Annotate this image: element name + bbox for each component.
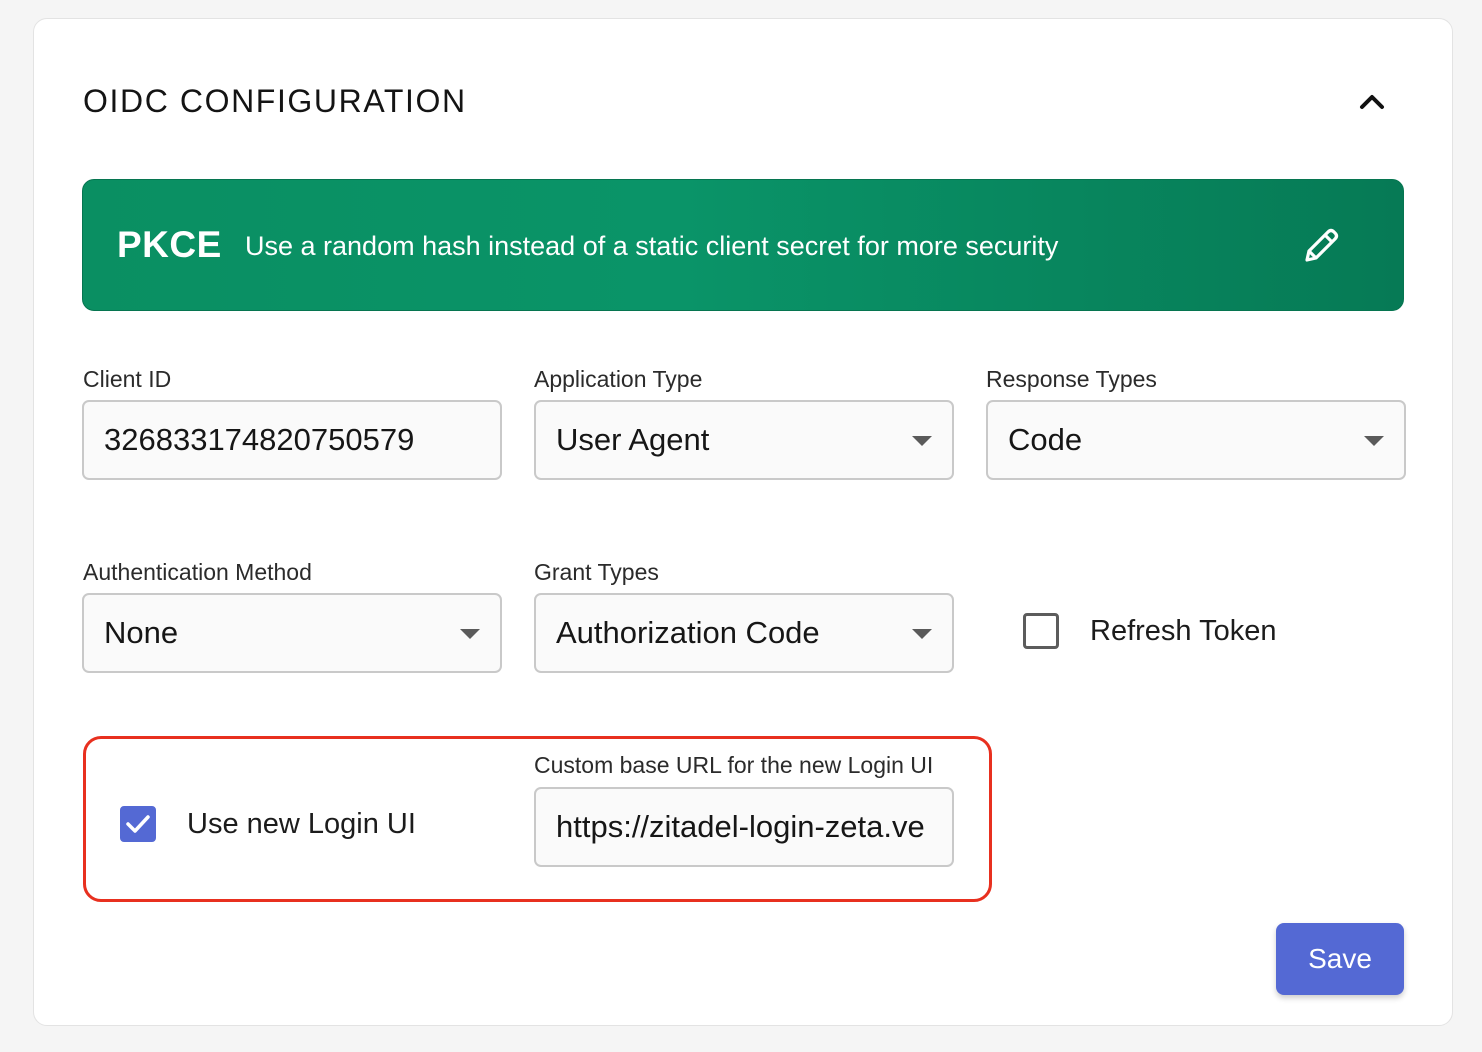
- use-new-login-ui-checkbox[interactable]: [120, 806, 156, 842]
- refresh-token-checkbox[interactable]: [1023, 613, 1059, 649]
- checkmark-icon: [126, 815, 150, 833]
- section-title: OIDC CONFIGURATION: [83, 83, 467, 119]
- grant-types-label: Grant Types: [534, 559, 659, 585]
- save-button[interactable]: Save: [1276, 923, 1404, 995]
- pencil-icon: [1305, 228, 1339, 262]
- dropdown-caret-icon: [912, 436, 932, 446]
- application-type-value: User Agent: [556, 422, 710, 457]
- grant-types-select[interactable]: Authorization Code: [534, 593, 954, 673]
- response-types-value: Code: [1008, 422, 1083, 457]
- collapse-button[interactable]: [1352, 81, 1392, 121]
- response-types-select[interactable]: Code: [986, 400, 1406, 480]
- dropdown-caret-icon: [912, 629, 932, 639]
- custom-base-url-input[interactable]: https://zitadel-login-zeta.ve: [534, 787, 954, 867]
- edit-button[interactable]: [1299, 224, 1343, 268]
- application-type-select[interactable]: User Agent: [534, 400, 954, 480]
- dropdown-caret-icon: [1364, 436, 1384, 446]
- client-id-value: 326833174820750579: [104, 422, 415, 457]
- client-id-field[interactable]: 326833174820750579: [82, 400, 502, 480]
- authentication-method-select[interactable]: None: [82, 593, 502, 673]
- use-new-login-ui-label: Use new Login UI: [187, 808, 416, 840]
- client-id-label: Client ID: [83, 366, 172, 392]
- custom-base-url-value: https://zitadel-login-zeta.ve: [556, 809, 925, 844]
- pkce-banner: PKCE Use a random hash instead of a stat…: [82, 179, 1404, 311]
- custom-base-url-label: Custom base URL for the new Login UI: [534, 752, 934, 778]
- banner-title: PKCE: [117, 224, 222, 265]
- banner-description: Use a random hash instead of a static cl…: [245, 231, 1059, 261]
- chevron-up-icon: [1360, 95, 1384, 109]
- authentication-method-value: None: [104, 615, 179, 650]
- oidc-configuration-card: OIDC CONFIGURATION PKCE Use a random has…: [33, 18, 1453, 1026]
- response-types-label: Response Types: [986, 366, 1157, 392]
- dropdown-caret-icon: [460, 629, 480, 639]
- authentication-method-label: Authentication Method: [83, 559, 312, 585]
- grant-types-value: Authorization Code: [556, 615, 820, 650]
- application-type-label: Application Type: [534, 366, 703, 392]
- refresh-token-label: Refresh Token: [1090, 615, 1277, 647]
